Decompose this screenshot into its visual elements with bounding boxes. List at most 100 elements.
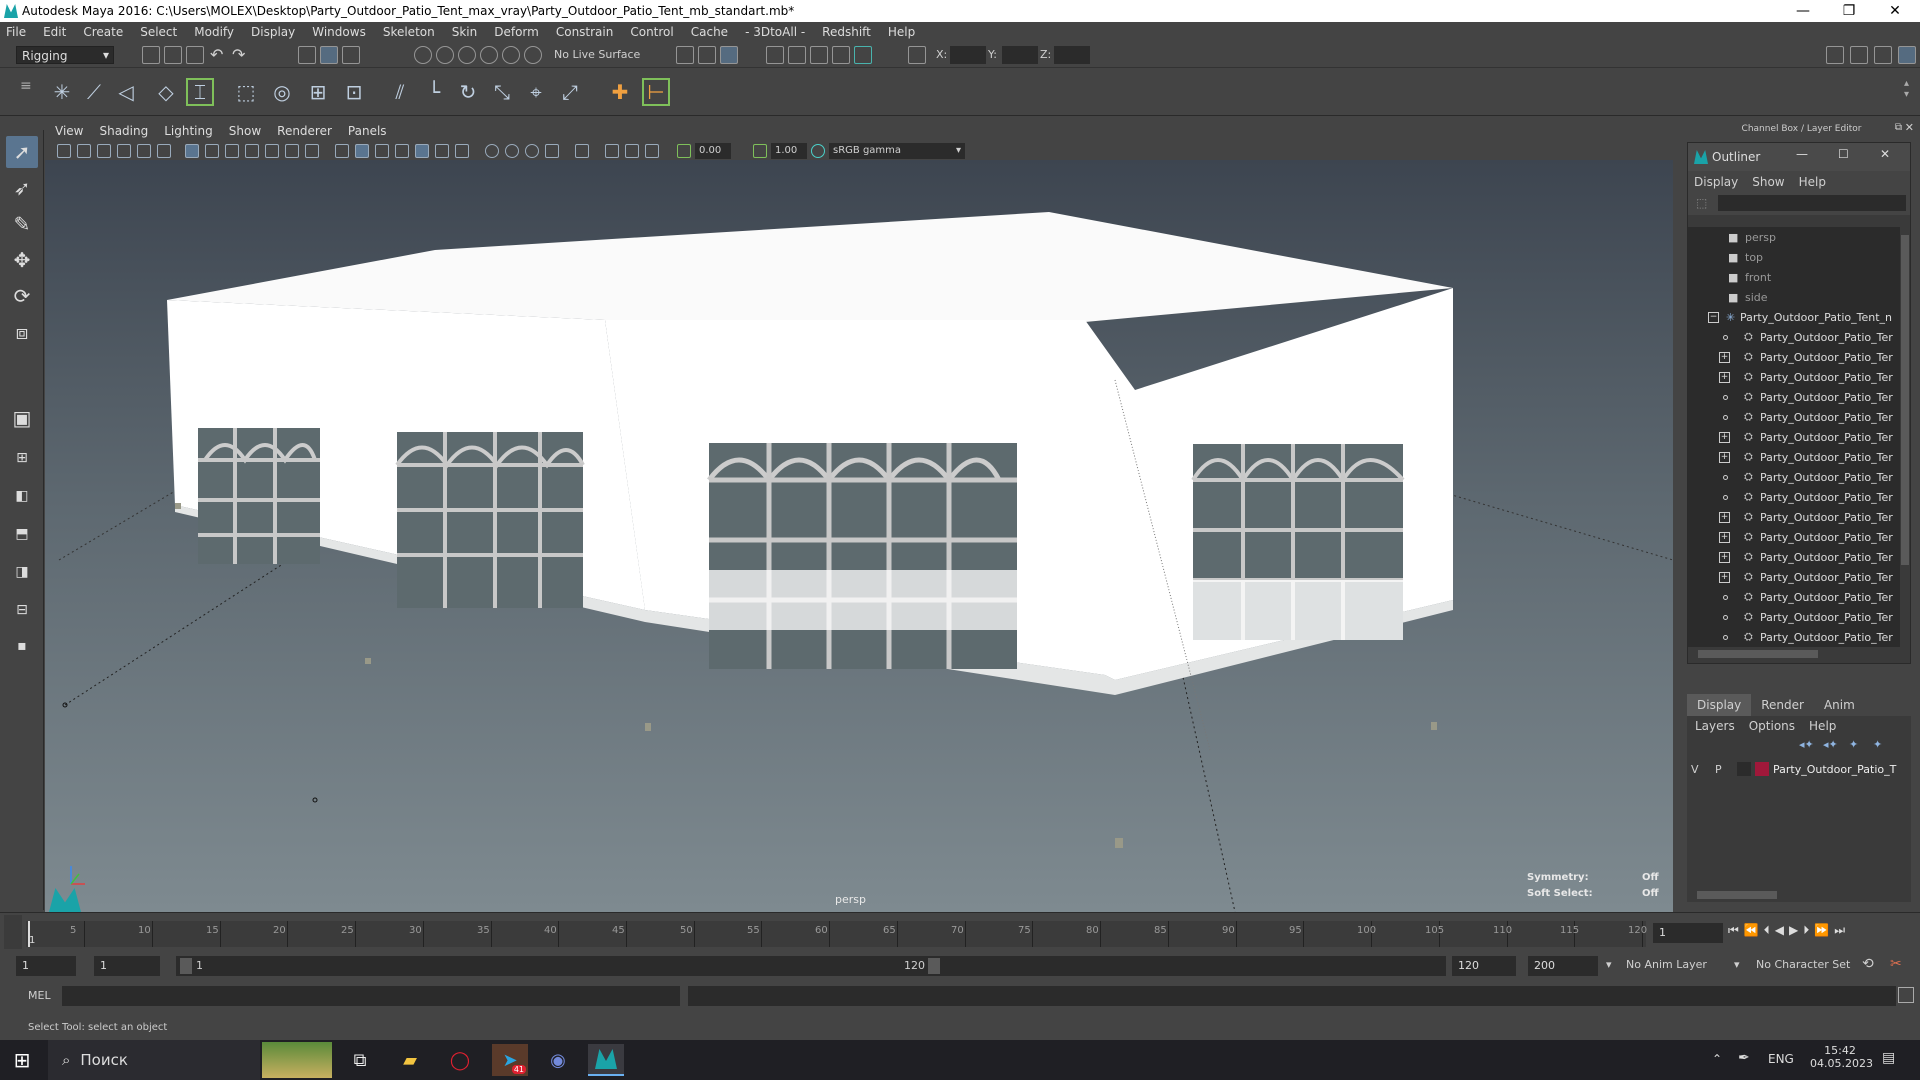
menu-select[interactable]: Select [140,25,177,39]
outliner-menu-help[interactable]: Help [1799,175,1826,189]
paint-weights-icon[interactable]: ◎ [268,78,296,106]
time-slider[interactable]: 1 5 10 15 20 25 30 35 40 45 50 55 60 65 70 75 80 85 90 95 1… [0,912,1920,952]
construction-history-icon[interactable] [720,46,738,64]
expand-icon[interactable]: + [1719,531,1730,543]
outliner-item-side[interactable]: ■ side [1688,287,1900,307]
notifications-icon[interactable]: ▤ [1882,1050,1895,1066]
snap-curve-icon[interactable] [436,46,454,64]
render-frame-icon[interactable] [788,46,806,64]
outliner-item-root[interactable]: − ✳ Party_Outdoor_Patio_Tent_n [1688,307,1900,327]
collapse-icon[interactable]: − [1708,311,1719,323]
select-hierarchy-icon[interactable] [298,46,316,64]
shelf-scroll-icon[interactable]: ▴ ▾ [1904,78,1909,100]
outliner-item-child[interactable]: ⛭ Party_Outdoor_Patio_Ter [1688,487,1900,507]
range-start-handle[interactable] [180,958,192,974]
menuset-dropdown[interactable]: Rigging ▾ [16,46,114,64]
close-panel-icon[interactable]: ✕ [1905,121,1914,134]
outliner-item-child[interactable]: ⛭ Party_Outdoor_Patio_Ter [1688,387,1900,407]
close-icon[interactable]: ✕ [1880,147,1890,161]
outliner-hscrollbar[interactable] [1688,649,1900,659]
expand-icon[interactable]: + [1719,351,1730,363]
select-component-icon[interactable] [342,46,360,64]
menu-skin[interactable]: Skin [452,25,478,39]
snap-view-icon[interactable] [480,46,498,64]
camera-attributes-icon[interactable] [77,144,91,158]
taskbar-search-box[interactable]: ⌕ Поиск [48,1040,260,1080]
y-field[interactable] [1002,46,1038,64]
rotate-tool-icon[interactable]: ⟳ [6,280,38,312]
outliner-search-input[interactable] [1718,195,1906,211]
menu-3dtoall[interactable]: - 3DtoAll - [745,25,805,39]
gamma-field[interactable]: 1.00 [771,143,807,159]
move-layer-down-icon[interactable]: ◂✦ [1823,738,1838,751]
pole-vector-icon[interactable]: ⤢ [556,78,584,106]
tent-model[interactable] [45,160,1673,912]
range-end-handle[interactable] [928,958,940,974]
layer-menu-options[interactable]: Options [1749,719,1795,733]
ipr-render-icon[interactable] [810,46,828,64]
panel-menu-panels[interactable]: Panels [348,124,387,138]
attribute-editor-icon[interactable] [1850,46,1868,64]
outliner-menu-display[interactable]: Display [1694,175,1738,189]
range-slider[interactable]: 1 120 [176,956,1446,976]
character-set-dropdown[interactable]: No Character Set [1756,958,1850,971]
camera-select-icon[interactable] [57,144,71,158]
custom-layout-icon[interactable]: ▪ [6,630,38,662]
aim-constraint-icon[interactable]: ⌖ [522,78,550,106]
scale-constraint-icon[interactable]: ⤡ [488,78,516,106]
image-plane-icon[interactable] [117,144,131,158]
live-surface-label[interactable]: No Live Surface [554,48,640,61]
pen-icon[interactable]: ✒ [1738,1050,1750,1066]
ik-handle-icon[interactable]: ◇ [152,78,180,106]
film-gate-icon[interactable] [205,144,219,158]
menu-redshift[interactable]: Redshift [822,25,871,39]
ik-spline-icon[interactable]: ⌶ [186,78,214,106]
language-indicator[interactable]: ENG [1768,1052,1794,1066]
default-material-icon[interactable] [375,144,389,158]
outliner-item-child[interactable]: + ⛭ Party_Outdoor_Patio_Ter [1688,507,1900,527]
resolution-gate-icon[interactable] [225,144,239,158]
bookmark-icon[interactable] [97,144,111,158]
expand-icon[interactable]: + [1719,431,1730,443]
layer-reference-toggle[interactable] [1737,762,1751,776]
hypershade-icon[interactable] [854,46,872,64]
isolate-select-icon[interactable] [575,144,589,158]
parent-constraint-icon[interactable]: ⫽ [386,78,414,106]
layer-menu-layers[interactable]: Layers [1695,719,1735,733]
select-tool-icon[interactable]: ➚ [6,136,38,168]
outliner-item-child[interactable]: ⛭ Party_Outdoor_Patio_Ter [1688,407,1900,427]
outliner-item-front[interactable]: ■ front [1688,267,1900,287]
step-back-frame-icon[interactable]: ⏴ [1764,923,1775,937]
maximize-icon[interactable]: ☐ [1838,147,1849,161]
time-slider-handle[interactable] [4,915,22,949]
menu-control[interactable]: Control [630,25,673,39]
channel-box-toggle-icon[interactable] [1898,46,1916,64]
menu-cache[interactable]: Cache [691,25,728,39]
new-layer-icon[interactable]: ✦ [1849,738,1858,751]
close-button[interactable]: ✕ [1872,0,1918,22]
mirror-joint-icon[interactable]: ◁ [112,78,140,106]
panel-menu-show[interactable]: Show [229,124,261,138]
anim-end-field[interactable]: 200 [1528,956,1598,976]
expand-icon[interactable]: + [1719,371,1730,383]
outliner-item-child[interactable]: ⛭ Party_Outdoor_Patio_Ter [1688,327,1900,347]
bind-skin-icon[interactable]: ⬚ [232,78,260,106]
outliner-persp-layout-icon[interactable]: ⊟ [6,594,38,626]
outliner-item-child[interactable]: + ⛭ Party_Outdoor_Patio_Ter [1688,547,1900,567]
outliner-item-child[interactable]: ⛭ Party_Outdoor_Patio_Ter [1688,607,1900,627]
go-to-start-icon[interactable]: ⏮ [1728,923,1744,937]
expand-icon[interactable]: + [1719,551,1730,563]
current-frame-field[interactable]: 1 [1653,923,1723,943]
locator-icon[interactable]: ✚ [606,78,634,106]
animation-prefs-icon[interactable]: ✂ [1890,956,1902,972]
undo-icon[interactable]: ↶ [210,45,223,64]
auto-key-icon[interactable]: ⟲ [1862,956,1874,972]
outliner-item-child[interactable]: + ⛭ Party_Outdoor_Patio_Ter [1688,427,1900,447]
playback-controls[interactable]: ⏮⏪⏴◀▶⏵⏩⏭ [1728,923,1850,938]
step-forward-frame-icon[interactable]: ⏵ [1803,923,1814,937]
minimize-icon[interactable]: — [1796,147,1808,161]
menu-create[interactable]: Create [83,25,123,39]
gate-mask-icon[interactable] [245,144,259,158]
show-hidden-icons[interactable]: ⌃ [1712,1052,1722,1066]
taskbar-clock[interactable]: 15:42 04.05.2023 [1810,1044,1873,1070]
